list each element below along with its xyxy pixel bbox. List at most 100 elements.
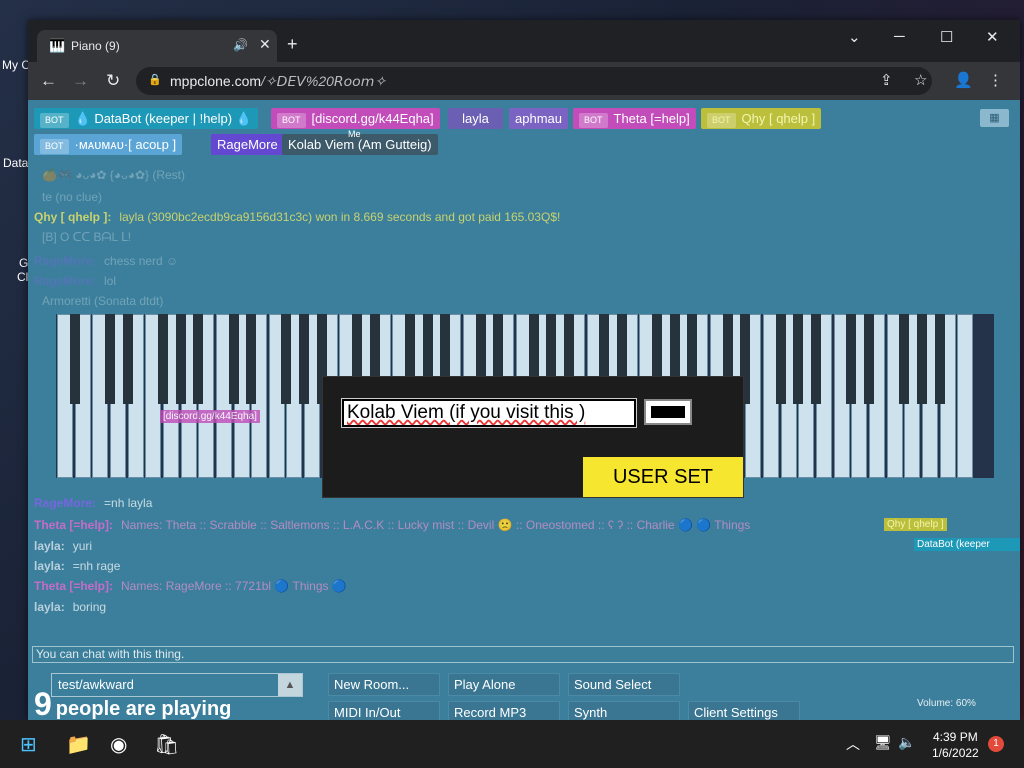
maximize-button[interactable]: ☐ [940,28,953,46]
chat-text: boring [72,600,107,614]
tab-search-icon[interactable]: ⌄ [848,28,861,46]
lock-icon[interactable]: 🔒 [148,73,162,86]
chat-author[interactable]: layla: [34,539,65,553]
me-tag: Me [348,129,361,139]
speaker-icon[interactable]: 🔊 [233,38,248,52]
user-chip[interactable]: BOT Qhy [ qhelp ] [701,108,822,129]
play-alone-button[interactable]: Play Alone [448,673,560,696]
user-chip[interactable]: BOT 💧 DataBot (keeper | !help) 💧 [34,108,258,129]
midi-button[interactable]: MIDI In/Out [328,701,440,720]
chat-author[interactable]: Qhy [ qhelp ]: [34,210,111,224]
cursor-label: Qhy [ qhelp ] [884,518,947,531]
chat-author[interactable]: RageMore: [34,496,96,510]
close-window-button[interactable]: ✕ [986,28,999,46]
black-key[interactable] [775,314,786,404]
sound-select-button[interactable]: Sound Select [568,673,680,696]
color-swatch [651,406,685,418]
notification-badge[interactable]: 1 [988,736,1004,752]
color-picker[interactable] [644,399,692,425]
url-path: /✧𝘋𝘌𝘝%20𝘙𝘰𝘰𝘮✧ [261,73,387,89]
user-chip-me[interactable]: Kolab Viem (Am Gutteig) Me [282,129,438,155]
user-set-button[interactable]: USER SET [583,457,743,497]
chrome-icon[interactable]: ◉ [110,732,127,757]
black-key[interactable] [793,314,804,404]
forward-icon[interactable]: → [72,71,89,91]
record-mp3-button[interactable]: Record MP3 [448,701,560,720]
chat-text: =nh rage [72,559,121,573]
new-tab-icon[interactable]: + [287,34,298,55]
address-bar[interactable]: 🔒 mppclone.com/✧𝘋𝘌𝘝%20𝘙𝘰𝘰𝘮✧ [136,67,932,95]
desktop-icon-label[interactable]: G [19,256,28,270]
chat-author[interactable]: Theta [=help]: [34,518,113,532]
cursor-label: DataBot (keeper [914,538,1020,551]
network-icon[interactable]: 🖥 [874,734,892,751]
chat-author[interactable]: layla: [34,600,65,614]
desktop-icon-label[interactable]: Cl [17,270,28,284]
chat-message: RageMore: =nh layla [34,496,152,510]
chat-author[interactable]: RageMore: [34,274,96,288]
white-key[interactable] [957,314,974,478]
chat-message: 🍊🎮 ◕ᴗ◕✿ {◕ᴗ◕✿} (Rest) [34,168,185,182]
user-chip[interactable]: BOT Theta [=help] [573,108,696,129]
volume-slider[interactable]: Volume: 60% [917,698,976,709]
chat-text: [B] O ᑕᑕ BᗩL ᒪ! [42,230,132,244]
chat-text: 🍊🎮 ◕ᴗ◕✿ {◕ᴗ◕✿} (Rest) [42,168,186,182]
chat-text: Names: RageMore :: 7721bl 🔵 Things 🔵 [121,579,347,593]
desktop-icon-label[interactable]: My C [2,58,30,72]
black-key[interactable] [846,314,857,404]
black-key[interactable] [122,314,133,404]
user-chip[interactable]: aphmau [509,108,568,129]
black-key[interactable] [281,314,292,404]
browser-toolbar: ← → ↻ 🔒 mppclone.com/✧𝘋𝘌𝘝%20𝘙𝘰𝘰𝘮✧ ⇪ ☆ 👤 … [28,62,1020,100]
black-key[interactable] [299,314,310,404]
user-chip[interactable]: RageMore [211,134,284,155]
bookmark-star-icon[interactable]: ☆ [914,71,927,89]
url-host: mppclone.com [170,73,262,89]
user-chip[interactable]: layla [448,108,503,129]
black-key[interactable] [157,314,168,404]
close-tab-icon[interactable]: ✕ [259,36,271,53]
black-key[interactable] [916,314,927,404]
menu-kebab-icon[interactable]: ⋮ [988,71,1003,89]
chat-message: layla: boring [34,600,106,614]
black-key[interactable] [228,314,239,404]
clock[interactable]: 4:39 PM 1/6/2022 [932,729,979,761]
start-windows-icon[interactable]: ⊞ [20,732,37,757]
chat-input[interactable]: You can chat with this thing. [32,646,1014,663]
client-settings-button[interactable]: Client Settings [688,701,800,720]
black-key[interactable] [246,314,257,404]
black-key[interactable] [104,314,115,404]
black-key[interactable] [193,314,204,404]
chat-text: lol [104,274,117,288]
black-key[interactable] [810,314,821,404]
browser-tab[interactable]: 🎹 Piano (9) 🔊 ✕ [37,30,277,62]
black-key[interactable] [69,314,80,404]
chevron-up-icon[interactable]: ︿ [846,734,860,754]
black-key[interactable] [934,314,945,404]
black-key[interactable] [175,314,186,404]
chat-author[interactable]: layla: [34,559,65,573]
file-explorer-icon[interactable]: 📁 [66,732,91,757]
synth-button[interactable]: Synth [568,701,680,720]
profile-icon[interactable]: 👤 [954,71,973,89]
desktop-icon-label[interactable]: Data [3,156,28,170]
new-room-button[interactable]: New Room... [328,673,440,696]
room-dropdown-arrow-icon[interactable]: ▲ [278,674,302,696]
store-icon[interactable]: 🛍 [154,732,179,757]
reload-icon[interactable]: ↻ [106,71,120,91]
back-icon[interactable]: ← [40,71,57,91]
minimize-button[interactable]: ─ [894,28,905,45]
grid-toggle-icon[interactable]: ▦ [980,109,1009,127]
share-icon[interactable]: ⇪ [880,71,893,89]
chat-author[interactable]: Theta [=help]: [34,579,113,593]
volume-icon[interactable]: 🔈 [898,734,915,751]
browser-window: 🎹 Piano (9) 🔊 ✕ + ⌄ ─ ☐ ✕ ← → ↻ 🔒 mppclo… [28,20,1020,720]
black-key[interactable] [899,314,910,404]
username-input[interactable]: Kolab Viem (if you visit this ) [341,398,637,428]
chat-message: [B] O ᑕᑕ BᗩL ᒪ! [34,230,131,245]
chat-message: Armoretti (Sonata dtdt) [34,294,163,308]
chat-author[interactable]: RageMore: [34,254,96,268]
user-chip[interactable]: BOT ·ᴍᴀᴜᴍᴀᴜ·[ aᴄᴏʟp ] [34,134,183,155]
tab-bar: 🎹 Piano (9) 🔊 ✕ + ⌄ ─ ☐ ✕ [28,20,1020,62]
black-key[interactable] [863,314,874,404]
